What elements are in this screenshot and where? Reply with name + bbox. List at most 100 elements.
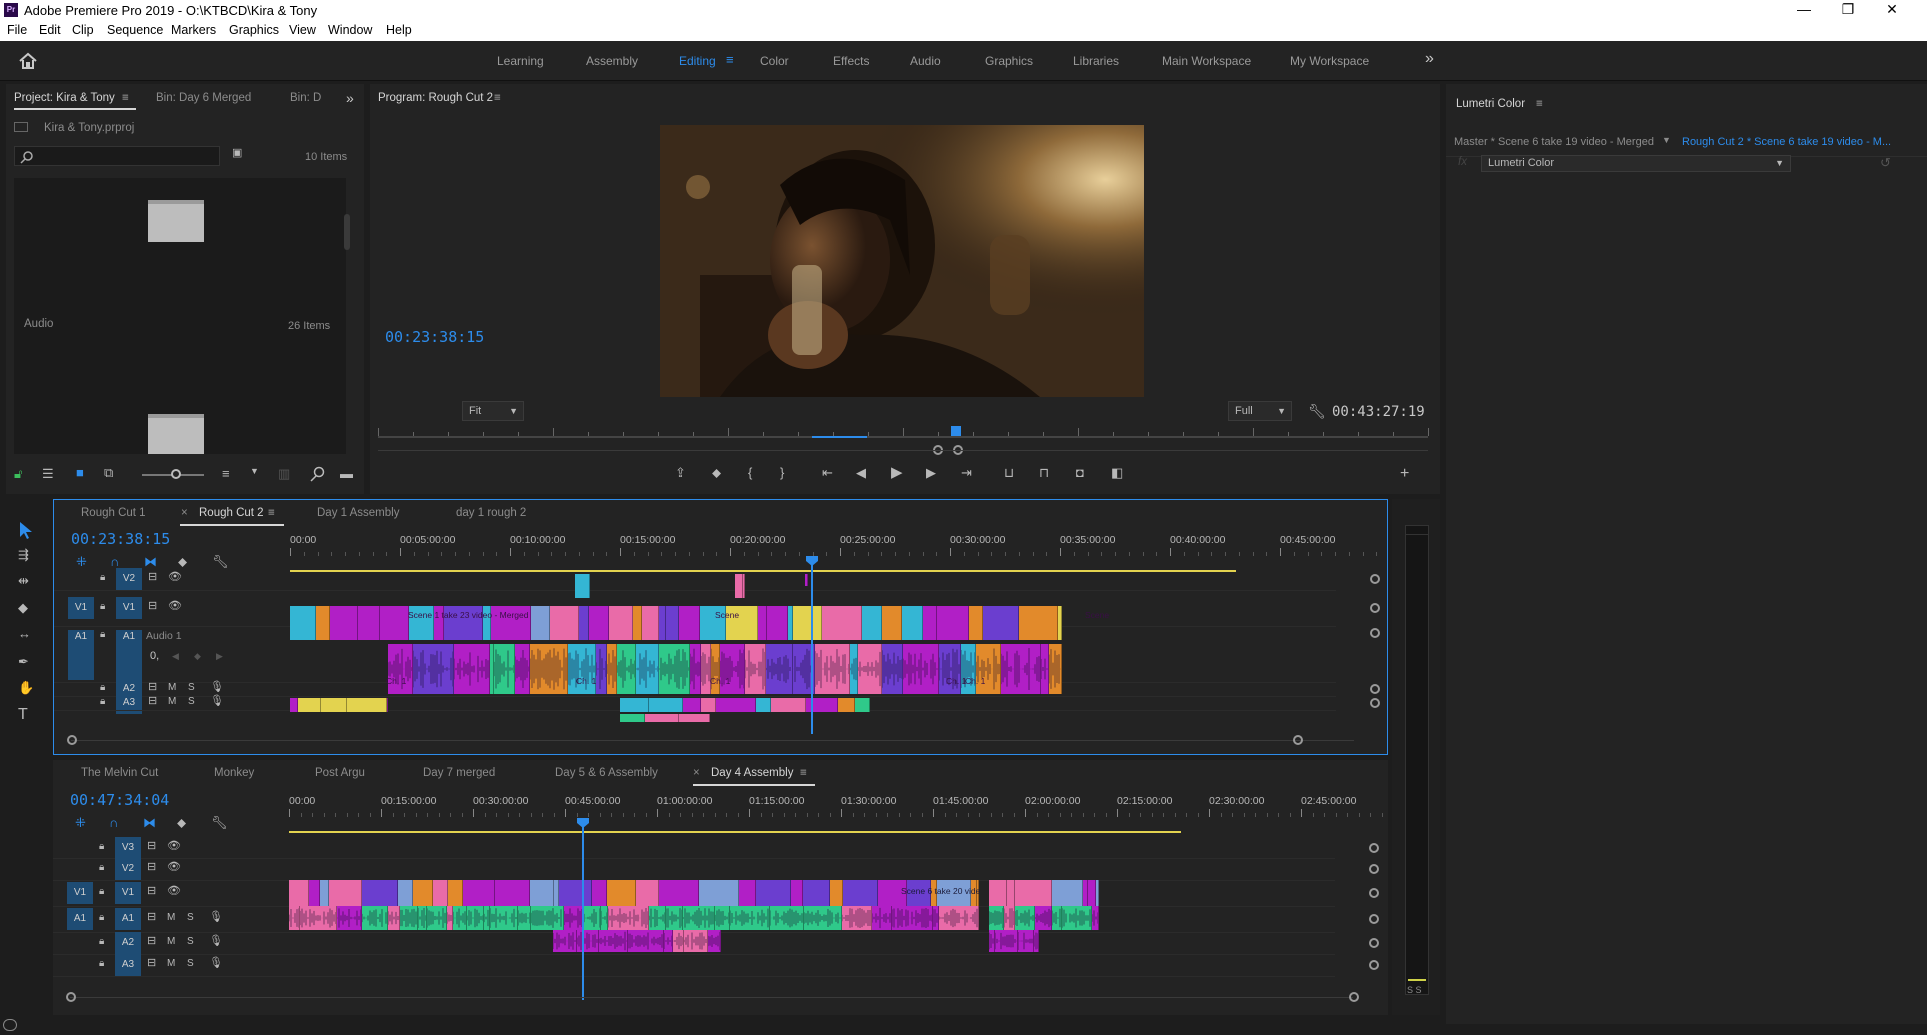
microphone-icon[interactable]: 🎙︎ <box>210 696 224 707</box>
a1-clip[interactable] <box>608 906 649 930</box>
step-forward-icon[interactable]: ▶︎ <box>926 466 936 479</box>
linked-selection-icon[interactable]: ⧓ <box>144 555 157 568</box>
solo-button[interactable]: S <box>187 913 194 923</box>
linked-selection-icon[interactable]: ⧓ <box>143 816 156 829</box>
track-height-handle[interactable] <box>1370 628 1380 638</box>
menu-clip[interactable]: Clip <box>72 23 94 37</box>
v1-clip[interactable] <box>862 606 882 640</box>
timeline-2-scrollbar[interactable] <box>70 997 1353 998</box>
a2-clip[interactable] <box>664 930 673 952</box>
v1-clip[interactable] <box>739 880 756 906</box>
wrench-settings-icon[interactable]: 🔧︎ <box>1308 404 1326 418</box>
a1-clip[interactable] <box>872 906 892 930</box>
track-height-handle[interactable] <box>1370 684 1380 694</box>
next-keyframe-icon[interactable]: ▶︎ <box>216 652 223 661</box>
track-lock-icon[interactable]: 🔒︎ <box>100 683 105 693</box>
menu-graphics[interactable]: Graphics <box>229 23 279 37</box>
razor-tool-icon[interactable]: ◆ <box>18 601 28 614</box>
add-marker-icon[interactable]: ⬥ <box>178 555 187 568</box>
timeline-menu-icon[interactable]: ≡ <box>268 507 275 519</box>
prev-keyframe-icon[interactable]: ◀︎ <box>172 652 179 661</box>
a1-clip[interactable] <box>300 906 337 930</box>
eye-icon[interactable]: 👁︎ <box>168 601 182 612</box>
v1-clip[interactable] <box>495 880 530 906</box>
program-video-frame[interactable] <box>660 125 1144 397</box>
more-tabs-icon[interactable]: » <box>346 90 354 106</box>
a2-clip[interactable] <box>855 698 870 712</box>
v1-clip[interactable] <box>969 606 983 640</box>
nest-icon[interactable]: ⁜ <box>76 555 87 568</box>
v1-clip[interactable] <box>767 606 788 640</box>
overwrite-icon[interactable]: ⊓ <box>1039 466 1049 479</box>
a1-clip[interactable] <box>596 644 607 694</box>
source-patch-v1_src[interactable]: V1 <box>67 882 93 904</box>
v1-clip[interactable] <box>550 606 579 640</box>
solo-button[interactable]: S <box>187 937 194 947</box>
track-lock-icon[interactable]: 🔒︎ <box>100 602 105 612</box>
a1-clip[interactable] <box>289 906 300 930</box>
v1-clip[interactable] <box>358 606 380 640</box>
v1-clip[interactable] <box>329 880 362 906</box>
track-target-v1[interactable]: V1 <box>115 882 141 904</box>
workspace-graphics[interactable]: Graphics <box>985 54 1033 68</box>
a1-clip[interactable] <box>490 906 518 930</box>
tab-rough-cut-2[interactable]: Rough Cut 2 <box>199 507 264 519</box>
v1-clip[interactable] <box>803 880 830 906</box>
toggle-sync-lock-icon[interactable]: ⊟ <box>148 601 157 612</box>
a1-clip[interactable] <box>711 644 720 694</box>
a1-clip[interactable] <box>720 644 745 694</box>
play-icon[interactable]: ▶︎ <box>891 465 903 480</box>
workspace-editing[interactable]: Editing <box>679 54 716 68</box>
a1-clip[interactable] <box>961 644 976 694</box>
a1-clip[interactable] <box>715 906 730 930</box>
v1-clip[interactable] <box>923 606 937 640</box>
v1-clip[interactable] <box>666 606 679 640</box>
tab-monkey[interactable]: Monkey <box>214 767 254 779</box>
v1-clip[interactable] <box>289 880 309 906</box>
audio-bin-folder-icon[interactable] <box>148 414 204 454</box>
workspace-audio[interactable]: Audio <box>910 54 941 68</box>
tab-day-5-6-assembly[interactable]: Day 5 & 6 Assembly <box>555 767 658 779</box>
v1-clip[interactable] <box>843 880 878 906</box>
a2-clip[interactable] <box>387 698 388 712</box>
track-target-v1[interactable]: V1 <box>116 597 142 619</box>
a1-clip[interactable] <box>1092 906 1099 930</box>
v1-clip[interactable] <box>659 606 666 640</box>
a2-clip[interactable] <box>298 698 321 712</box>
chevron-down-icon[interactable]: ▼ <box>1662 135 1671 145</box>
v1-clip[interactable] <box>330 606 358 640</box>
a2-clip[interactable] <box>701 698 716 712</box>
track-lock-icon[interactable]: 🔒︎ <box>99 887 104 897</box>
a2-clip[interactable] <box>673 930 684 952</box>
playhead-handle-icon[interactable] <box>577 818 589 828</box>
snap-magnet-icon[interactable]: ∩ <box>110 555 119 568</box>
a2-clip[interactable] <box>771 698 806 712</box>
a1-clip[interactable] <box>730 906 770 930</box>
track-lock-icon[interactable]: 🔒︎ <box>100 630 105 640</box>
sync-lock-icon[interactable]: ⊟ <box>148 682 157 693</box>
a1-clip[interactable] <box>892 906 933 930</box>
track-height-handle[interactable] <box>1369 888 1379 898</box>
a1-clip[interactable] <box>418 906 427 930</box>
v1-clip[interactable] <box>362 880 398 906</box>
track-lock-icon[interactable]: 🔒︎ <box>99 863 104 873</box>
tab-bin-day6[interactable]: Bin: Day 6 Merged <box>156 92 251 104</box>
v1-clip[interactable] <box>413 880 433 906</box>
mark-in-icon[interactable]: { <box>748 466 752 479</box>
eye-icon[interactable]: 👁︎ <box>167 841 181 852</box>
a2-clip[interactable] <box>708 930 721 952</box>
a1-clip[interactable] <box>1041 644 1049 694</box>
mute-button[interactable]: M <box>168 697 176 707</box>
v1-clip[interactable] <box>1096 880 1099 906</box>
menu-file[interactable]: File <box>7 23 27 37</box>
v1-clip[interactable] <box>380 606 409 640</box>
a3-clip[interactable] <box>645 714 679 722</box>
a3-clip[interactable] <box>679 714 710 722</box>
v1-clip[interactable] <box>531 606 550 640</box>
a1-clip[interactable] <box>413 644 454 694</box>
a1-clip[interactable] <box>531 906 564 930</box>
track-lock-icon[interactable]: 🔒︎ <box>99 842 104 852</box>
a1-clip[interactable] <box>1004 906 1015 930</box>
v1-clip[interactable] <box>609 606 633 640</box>
lumetri-effect-dropdown[interactable]: Lumetri Color ▼ <box>1481 155 1791 172</box>
